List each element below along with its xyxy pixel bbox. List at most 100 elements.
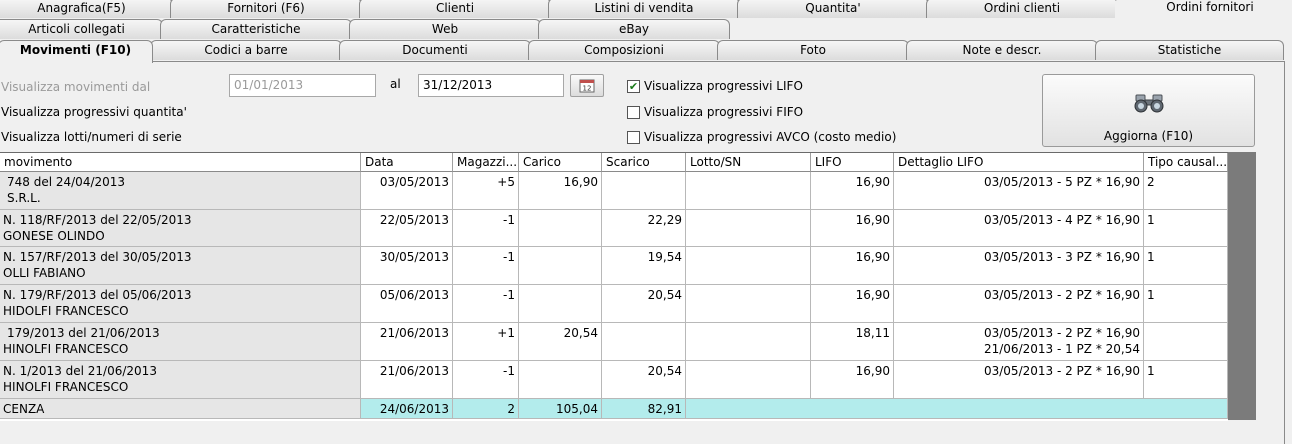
table-row-0-movimento[interactable]: 748 del 24/04/2013 S.R.L. xyxy=(0,172,361,210)
table-row-5-magazzino[interactable]: -1 xyxy=(453,361,519,399)
refresh-button[interactable]: Aggiorna (F10) xyxy=(1042,74,1255,147)
table-row-5-movimento[interactable]: N. 1/2013 del 21/06/2013 HINOLFI FRANCESC… xyxy=(0,361,361,399)
col-header-lifo[interactable]: LIFO xyxy=(811,153,894,172)
date-to-label: al xyxy=(390,77,401,91)
table-row-2-lifo[interactable]: 16,90 xyxy=(811,247,894,285)
table-row-0-scarico[interactable] xyxy=(602,172,686,210)
date-from-field[interactable]: 01/01/2013 xyxy=(229,74,376,97)
col-header-tipo-causale[interactable]: Tipo causal... xyxy=(1144,153,1228,172)
table-row-2-carico[interactable] xyxy=(519,247,602,285)
lifo-label[interactable]: Visualizza progressivi LIFO xyxy=(644,79,803,93)
table-row-3-lotto[interactable] xyxy=(686,285,811,323)
table-row-2-scarico[interactable]: 19,54 xyxy=(602,247,686,285)
table-row-4-data[interactable]: 21/06/2013 xyxy=(361,323,453,361)
tab-fornitori[interactable]: Fornitori (F6) xyxy=(170,0,362,18)
tab-ordini-fornitori[interactable]: Ordini fornitori xyxy=(1115,0,1292,18)
table-row-1-dettaglio[interactable]: 03/05/2013 - 4 PZ * 16,90 xyxy=(894,210,1144,247)
table-row-0-lifo[interactable]: 16,90 xyxy=(811,172,894,210)
table-row-1-scarico[interactable]: 22,29 xyxy=(602,210,686,247)
table-row-0-carico[interactable]: 16,90 xyxy=(519,172,602,210)
table-row-4-movimento[interactable]: 179/2013 del 21/06/2013 HINOLFI FRANCESCO xyxy=(0,323,361,361)
lots-label[interactable]: Visualizza lotti/numeri di serie xyxy=(1,130,182,144)
tab-documenti[interactable]: Documenti xyxy=(339,40,531,60)
table-row-1-data[interactable]: 22/05/2013 xyxy=(361,210,453,247)
tab-anagrafica[interactable]: Anagrafica(F5) xyxy=(0,0,173,18)
table-row-3-magazzino[interactable]: -1 xyxy=(453,285,519,323)
table-row-5-carico[interactable] xyxy=(519,361,602,399)
tab-listini-di-vendita[interactable]: Listini di vendita xyxy=(548,0,740,18)
calendar-button[interactable]: 12 xyxy=(570,74,604,97)
table-row-3-scarico[interactable]: 20,54 xyxy=(602,285,686,323)
table-row-4-carico[interactable]: 20,54 xyxy=(519,323,602,361)
table-row-2-magazzino[interactable]: -1 xyxy=(453,247,519,285)
col-header-movimento[interactable]: movimento xyxy=(0,153,361,172)
tab-articoli-collegati[interactable]: Articoli collegati xyxy=(0,19,163,39)
col-header-scarico[interactable]: Scarico xyxy=(602,153,686,172)
table-row-0-dettaglio[interactable]: 03/05/2013 - 5 PZ * 16,90 xyxy=(894,172,1144,210)
table-row-1-tipo[interactable]: 1 xyxy=(1144,210,1228,247)
total-row-carico: 105,04 xyxy=(519,399,602,419)
table-row-0-data[interactable]: 03/05/2013 xyxy=(361,172,453,210)
table-row-0-magazzino[interactable]: +5 xyxy=(453,172,519,210)
table-row-4-dettaglio[interactable]: 03/05/2013 - 2 PZ * 16,90 21/06/2013 - 1 … xyxy=(894,323,1144,361)
date-to-field[interactable]: 31/12/2013 xyxy=(418,74,564,97)
fifo-checkbox[interactable] xyxy=(627,106,640,119)
tab-web[interactable]: Web xyxy=(349,19,541,39)
tab-quantita[interactable]: Quantita' xyxy=(737,0,929,18)
movements-table[interactable]: movimento Data Magazzi... Carico Scarico… xyxy=(0,152,1228,421)
col-header-dettaglio-lifo[interactable]: Dettaglio LIFO xyxy=(894,153,1144,172)
cell-text: HINOLFI FRANCESCO xyxy=(3,342,129,356)
tab-ebay[interactable]: eBay xyxy=(538,19,730,39)
table-row-5-scarico[interactable]: 20,54 xyxy=(602,361,686,399)
table-row-2-tipo[interactable]: 1 xyxy=(1144,247,1228,285)
table-row-5-dettaglio[interactable]: 03/05/2013 - 2 PZ * 16,90 xyxy=(894,361,1144,399)
tab-statistiche[interactable]: Statistiche xyxy=(1095,40,1284,60)
table-row-4-scarico[interactable] xyxy=(602,323,686,361)
table-row-1-magazzino[interactable]: -1 xyxy=(453,210,519,247)
table-row-3-lifo[interactable]: 16,90 xyxy=(811,285,894,323)
table-row-3-data[interactable]: 05/06/2013 xyxy=(361,285,453,323)
date-from-label: Visualizza movimenti dal xyxy=(1,80,151,94)
tab-movimenti[interactable]: Movimenti (F10) xyxy=(0,40,153,63)
tab-codici-a-barre[interactable]: Codici a barre xyxy=(150,40,342,60)
col-header-carico[interactable]: Carico xyxy=(519,153,602,172)
tab-composizioni[interactable]: Composizioni xyxy=(528,40,720,60)
table-row-3-movimento[interactable]: N. 179/RF/2013 del 05/06/2013 HIDOLFI FRA… xyxy=(0,285,361,323)
col-header-lotto-sn[interactable]: Lotto/SN xyxy=(686,153,811,172)
table-row-5-tipo[interactable]: 1 xyxy=(1144,361,1228,399)
qty-progressive-label[interactable]: Visualizza progressivi quantita' xyxy=(1,105,187,119)
table-row-4-lotto[interactable] xyxy=(686,323,811,361)
table-row-2-dettaglio[interactable]: 03/05/2013 - 3 PZ * 16,90 xyxy=(894,247,1144,285)
tab-note-e-descr[interactable]: Note e descr. xyxy=(906,40,1098,60)
tab-foto[interactable]: Foto xyxy=(717,40,909,60)
table-row-1-lotto[interactable] xyxy=(686,210,811,247)
table-row-4-tipo[interactable] xyxy=(1144,323,1228,361)
table-row-1-lifo[interactable]: 16,90 xyxy=(811,210,894,247)
fifo-label[interactable]: Visualizza progressivi FIFO xyxy=(644,105,803,119)
avco-checkbox[interactable] xyxy=(627,131,640,144)
table-row-1-carico[interactable] xyxy=(519,210,602,247)
table-row-2-movimento[interactable]: N. 157/RF/2013 del 30/05/2013 OLLI FABIAN… xyxy=(0,247,361,285)
table-row-2-data[interactable]: 30/05/2013 xyxy=(361,247,453,285)
col-header-data[interactable]: Data xyxy=(361,153,453,172)
col-header-magazzino[interactable]: Magazzi... xyxy=(453,153,519,172)
table-row-5-data[interactable]: 21/06/2013 xyxy=(361,361,453,399)
table-row-5-lifo[interactable]: 16,90 xyxy=(811,361,894,399)
tab-caratteristiche[interactable]: Caratteristiche xyxy=(160,19,352,39)
table-row-1-movimento[interactable]: N. 118/RF/2013 del 22/05/2013 GONESE OLIN… xyxy=(0,210,361,247)
avco-label[interactable]: Visualizza progressivi AVCO (costo medio… xyxy=(644,130,896,144)
lifo-checkbox[interactable]: ✔ xyxy=(627,80,640,93)
table-row-4-lifo[interactable]: 18,11 xyxy=(811,323,894,361)
table-row-4-magazzino[interactable]: +1 xyxy=(453,323,519,361)
table-row-3-dettaglio[interactable]: 03/05/2013 - 2 PZ * 16,90 xyxy=(894,285,1144,323)
table-row-5-lotto[interactable] xyxy=(686,361,811,399)
table-row-2-lotto[interactable] xyxy=(686,247,811,285)
table-row-3-carico[interactable] xyxy=(519,285,602,323)
cell-text: 03/05/2013 - 2 PZ * 16,90 xyxy=(983,326,1140,340)
tab-ordini-clienti[interactable]: Ordini clienti xyxy=(926,0,1118,18)
table-row-0-lotto[interactable] xyxy=(686,172,811,210)
cell-text: 03/05/2013 - 5 PZ * 16,90 xyxy=(983,175,1140,189)
table-row-3-tipo[interactable]: 1 xyxy=(1144,285,1228,323)
tab-clienti[interactable]: Clienti xyxy=(359,0,551,18)
table-row-0-tipo[interactable]: 2 xyxy=(1144,172,1228,210)
